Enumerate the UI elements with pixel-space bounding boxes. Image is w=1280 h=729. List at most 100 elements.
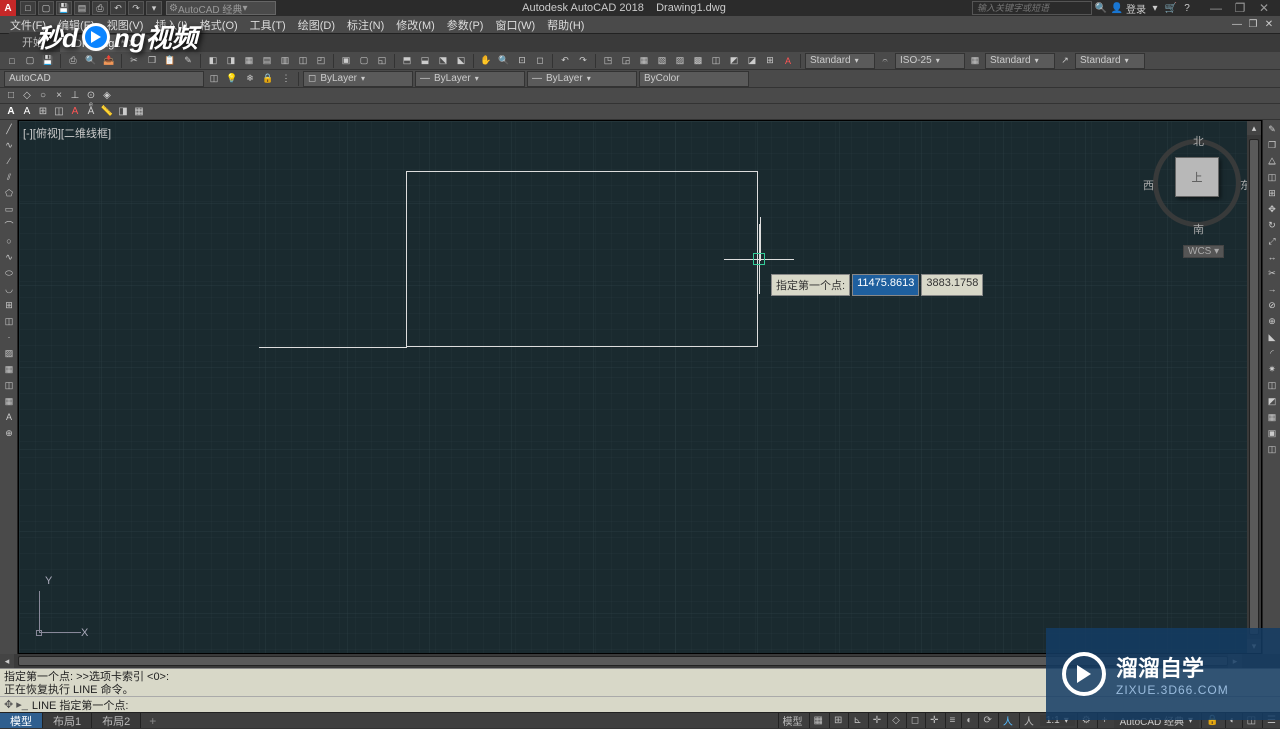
tool4-icon[interactable]: ▤: [259, 53, 275, 69]
layer-combo[interactable]: AutoCAD: [4, 71, 204, 87]
maximize-button[interactable]: ❐: [1228, 0, 1252, 16]
tool9-icon[interactable]: ▢: [356, 53, 372, 69]
copy2-icon[interactable]: ❐: [1265, 138, 1279, 152]
mod-tool2-icon[interactable]: ◩: [1265, 394, 1279, 408]
zoom-icon[interactable]: 🔍: [496, 53, 512, 69]
tool16-icon[interactable]: ◲: [618, 53, 634, 69]
tool1-icon[interactable]: ◧: [205, 53, 221, 69]
ucs-icon[interactable]: Y X: [35, 579, 95, 639]
exchange-icon[interactable]: ▾: [1148, 1, 1162, 15]
tool13-icon[interactable]: ⬔: [435, 53, 451, 69]
plotstyle-combo[interactable]: ByColor: [639, 71, 749, 87]
osnap-end-icon[interactable]: □: [4, 89, 18, 103]
tab-model[interactable]: 模型: [0, 713, 43, 728]
compass-n[interactable]: 北: [1193, 133, 1204, 149]
osnap-near-icon[interactable]: ◈: [100, 89, 114, 103]
mod-tool3-icon[interactable]: ▦: [1265, 410, 1279, 424]
account-icon[interactable]: 👤: [1110, 1, 1124, 15]
osnap-tan-icon[interactable]: ⊙: [84, 89, 98, 103]
tool-s6-icon[interactable]: ◨: [116, 105, 130, 119]
redo-icon[interactable]: ↷: [575, 53, 591, 69]
tool11-icon[interactable]: ⬒: [399, 53, 415, 69]
table-icon[interactable]: ▦: [2, 394, 16, 408]
style-combo-3[interactable]: Standard▾: [985, 53, 1055, 69]
annomon-icon[interactable]: 人: [998, 713, 1017, 728]
menu-tools[interactable]: 工具(T): [244, 16, 292, 33]
explode-icon[interactable]: ✷: [1265, 362, 1279, 376]
xline-icon[interactable]: ∕: [2, 154, 16, 168]
new-icon[interactable]: □: [4, 53, 20, 69]
mtext2-icon[interactable]: A: [2, 410, 16, 424]
offset-icon[interactable]: ◫: [1265, 170, 1279, 184]
osnap-mid-icon[interactable]: ◇: [20, 89, 34, 103]
move-icon[interactable]: ✥: [1265, 202, 1279, 216]
ortho-icon[interactable]: ⊾: [848, 713, 865, 728]
tool22-icon[interactable]: ◩: [726, 53, 742, 69]
help-icon[interactable]: ?: [1180, 1, 1194, 15]
tool23-icon[interactable]: ◪: [744, 53, 760, 69]
menu-modify[interactable]: 修改(M): [390, 16, 441, 33]
qat-more-icon[interactable]: ▾: [146, 1, 162, 15]
cart-icon[interactable]: 🛒: [1164, 1, 1178, 15]
doc-max-icon[interactable]: ❐: [1246, 18, 1260, 32]
search-input[interactable]: [972, 1, 1092, 15]
dyn-y-field[interactable]: 3883.1758: [921, 274, 983, 296]
ellipse-arc-icon[interactable]: ◡: [2, 282, 16, 296]
save-icon[interactable]: 💾: [56, 1, 72, 15]
tool17-icon[interactable]: ▦: [636, 53, 652, 69]
menu-format[interactable]: 格式(O): [194, 16, 244, 33]
tool12-icon[interactable]: ⬓: [417, 53, 433, 69]
block-icon[interactable]: ◫: [2, 314, 16, 328]
tool18-icon[interactable]: ▧: [654, 53, 670, 69]
tool-s2-icon[interactable]: ◫: [52, 105, 66, 119]
layer-prop-icon[interactable]: ◫: [206, 71, 222, 87]
tool5-icon[interactable]: ▥: [277, 53, 293, 69]
undo-icon[interactable]: ↶: [557, 53, 573, 69]
style-combo-2[interactable]: ISO-25▾: [895, 53, 965, 69]
tool8-icon[interactable]: ▣: [338, 53, 354, 69]
status-model-btn[interactable]: 模型: [778, 713, 807, 728]
osnap-perp-icon[interactable]: ⊥: [68, 89, 82, 103]
tool20-icon[interactable]: ▩: [690, 53, 706, 69]
array-icon[interactable]: ⊞: [1265, 186, 1279, 200]
grid-toggle-icon[interactable]: ▦: [809, 713, 827, 728]
tool-s7-icon[interactable]: ▦: [132, 105, 146, 119]
doc-close-icon[interactable]: ✕: [1262, 18, 1276, 32]
redo-icon[interactable]: ↷: [128, 1, 144, 15]
table-icon[interactable]: ▦: [967, 53, 983, 69]
join-icon[interactable]: ⊕: [1265, 314, 1279, 328]
gradient-icon[interactable]: ▦: [2, 362, 16, 376]
tool21-icon[interactable]: ◫: [708, 53, 724, 69]
region-icon[interactable]: ◫: [2, 378, 16, 392]
tool10-icon[interactable]: ◱: [374, 53, 390, 69]
snap-toggle-icon[interactable]: ⊞: [829, 713, 846, 728]
drawing-canvas[interactable]: [-][俯视][二维线框] 指定第一个点: 11475.8613 3883.17…: [18, 120, 1262, 654]
cycling-icon[interactable]: ⟳: [978, 713, 995, 728]
undo-icon[interactable]: ↶: [110, 1, 126, 15]
scroll-up-icon[interactable]: ▴: [1247, 121, 1261, 135]
pline-icon[interactable]: ∿: [2, 138, 16, 152]
scale-icon[interactable]: ⤢: [1265, 234, 1279, 248]
lweight-combo[interactable]: — ByLayer▾: [527, 71, 637, 87]
insert-icon[interactable]: ⊞: [2, 298, 16, 312]
scroll-left-icon[interactable]: ◂: [0, 654, 14, 668]
polygon-icon[interactable]: ⬠: [2, 186, 16, 200]
tool24-icon[interactable]: ⊞: [762, 53, 778, 69]
layer-on-icon[interactable]: 💡: [224, 71, 240, 87]
zoom-win-icon[interactable]: ◻: [532, 53, 548, 69]
iso-icon[interactable]: ◇: [887, 713, 904, 728]
polar-icon[interactable]: ✛: [868, 713, 885, 728]
dim-icon[interactable]: 𝄐: [877, 53, 893, 69]
compass-s[interactable]: 南: [1193, 221, 1204, 237]
ltype-combo[interactable]: — ByLayer▾: [415, 71, 525, 87]
tool7-icon[interactable]: ◰: [313, 53, 329, 69]
fillet-icon[interactable]: ◜: [1265, 346, 1279, 360]
tool15-icon[interactable]: ◳: [600, 53, 616, 69]
addsel-icon[interactable]: ⊕: [2, 426, 16, 440]
dyn-x-field[interactable]: 11475.8613: [852, 274, 919, 296]
viewcube[interactable]: 上 北 南 东 西 WCS ▾: [1147, 129, 1247, 249]
search-icon[interactable]: 🔍: [1094, 1, 1108, 15]
text-a-icon[interactable]: A: [780, 53, 796, 69]
app-logo[interactable]: A: [0, 0, 16, 16]
style-combo-4[interactable]: Standard▾: [1075, 53, 1145, 69]
